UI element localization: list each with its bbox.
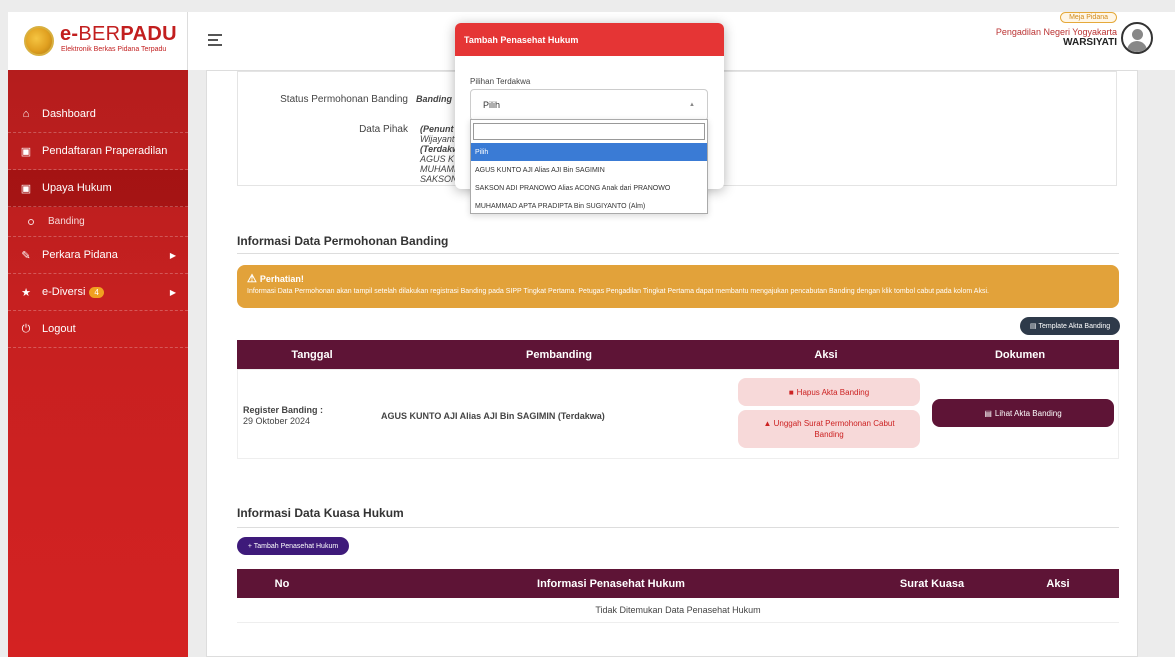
- kuasa-title: Informasi Data Kuasa Hukum: [237, 506, 404, 520]
- terdakwa-dropdown: Pilih AGUS KUNTO AJI Alias AJI Bin SAGIM…: [470, 119, 708, 214]
- user-icon: [1132, 29, 1143, 40]
- home-icon: ⌂: [22, 108, 30, 120]
- tambah-penasehat-modal: Tambah Penasehat Hukum Pilihan Terdakwa …: [455, 23, 724, 214]
- file-icon: ▤: [984, 408, 992, 418]
- terdakwa-select[interactable]: Pilih ▲: [470, 89, 708, 121]
- sidebar-item-label: Banding: [48, 216, 85, 227]
- column-header: Surat Kuasa: [899, 577, 965, 590]
- power-icon: ⏻: [21, 322, 31, 335]
- trash-icon: ■: [788, 387, 794, 397]
- register-date: 29 Oktober 2024: [243, 416, 311, 426]
- dropdown-option[interactable]: MUHAMMAD APTA PRADIPTA Bin SUGIYANTO (Al…: [471, 197, 707, 215]
- dropdown-option[interactable]: AGUS KUNTO AJI Alias AJI Bin SAGIMIN: [471, 161, 707, 179]
- warning-icon: ⚠: [247, 273, 257, 285]
- permohonan-table-header: Tanggal Pembanding Aksi Dokumen: [237, 340, 1119, 369]
- warning-alert: ⚠ Perhatian! Informasi Data Permohonan ak…: [237, 265, 1119, 308]
- hapus-akta-button[interactable]: ■ Hapus Akta Banding: [738, 378, 920, 406]
- sidebar-item-label: Perkara Pidana: [42, 249, 118, 261]
- sidebar-item-label: Logout: [42, 323, 76, 335]
- sidebar-item-perkara-pidana[interactable]: ✎ Perkara Pidana ▶: [8, 237, 188, 274]
- avatar[interactable]: [1121, 22, 1153, 54]
- modal-title: Tambah Penasehat Hukum: [455, 23, 724, 56]
- unggah-surat-button[interactable]: ▲ Unggah Surat Permohonan Cabut Banding: [738, 410, 920, 448]
- lihat-akta-button[interactable]: ▤ Lihat Akta Banding: [932, 399, 1114, 427]
- empty-state: Tidak Ditemukan Data Penasehat Hukum: [237, 598, 1119, 623]
- alert-text: Informasi Data Permohonan akan tampil se…: [247, 288, 989, 295]
- table-row: Register Banding : 29 Oktober 2024 AGUS …: [237, 369, 1119, 459]
- column-header: Aksi: [1046, 577, 1070, 590]
- sidebar-item-label: e-Diversi: [42, 286, 86, 298]
- court-emblem-icon: [24, 26, 54, 56]
- sidebar-item-e-diversi[interactable]: ★ e-Diversi 4 ▶: [8, 274, 188, 311]
- dropdown-option[interactable]: Pilih: [471, 143, 707, 161]
- brand-subtitle: Elektronik Berkas Pidana Terpadu: [61, 46, 167, 53]
- count-badge: 4: [89, 286, 104, 298]
- star-icon: ★: [21, 286, 31, 299]
- upload-icon: ▲: [763, 419, 772, 428]
- edit-icon: ✎: [21, 249, 31, 262]
- sidebar-item-label: Pendaftaran Praperadilan: [42, 145, 168, 157]
- sidebar-item-dashboard[interactable]: ⌂ Dashboard: [8, 96, 188, 133]
- file-icon: ▤: [1029, 323, 1037, 330]
- column-header: Dokumen: [994, 348, 1046, 361]
- document-icon: ▣: [20, 182, 32, 195]
- caret-up-icon: ▲: [689, 102, 695, 108]
- sidebar-item-praperadilan[interactable]: ▣ Pendaftaran Praperadilan: [8, 133, 188, 170]
- tambah-penasehat-button[interactable]: + Tambah Penasehat Hukum: [237, 537, 349, 555]
- column-header: Informasi Penasehat Hukum: [537, 577, 685, 590]
- pembanding-name: AGUS KUNTO AJI Alias AJI Bin SAGIMIN (Te…: [381, 411, 605, 421]
- pihak-label: Data Pihak: [359, 124, 408, 135]
- sidebar-item-label: Upaya Hukum: [42, 182, 112, 194]
- sidebar-item-upaya-hukum[interactable]: ▣ Upaya Hukum: [8, 170, 188, 207]
- sidebar-menu: ⌂ Dashboard ▣ Pendaftaran Praperadilan ▣…: [8, 96, 188, 348]
- user-name: WARSIYATI: [1063, 37, 1117, 48]
- sidebar-subitem-banding[interactable]: Banding: [8, 207, 188, 237]
- kuasa-table-header: No Informasi Penasehat Hukum Surat Kuasa…: [237, 569, 1119, 598]
- sidebar-item-logout[interactable]: ⏻ Logout: [8, 311, 188, 348]
- field-label: Pilihan Terdakwa: [470, 77, 531, 86]
- menu-toggle-icon[interactable]: [208, 34, 222, 49]
- register-label: Register Banding :: [243, 405, 324, 415]
- column-header: Tanggal: [291, 348, 333, 361]
- sidebar: e-BERPADU Elektronik Berkas Pidana Terpa…: [8, 12, 188, 657]
- brand-title: e-BERPADU: [60, 23, 177, 45]
- brand-logo[interactable]: e-BERPADU Elektronik Berkas Pidana Terpa…: [8, 12, 188, 70]
- permohonan-title: Informasi Data Permohonan Banding: [237, 234, 449, 248]
- dropdown-option[interactable]: SAKSON ADI PRANOWO Alias ACONG Anak dari…: [471, 179, 707, 197]
- column-header: No: [274, 577, 290, 590]
- status-label: Status Permohonan Banding: [280, 94, 408, 105]
- pihak-value: (Penunt Wijayant (Terdakw AGUS K MUHAMI …: [420, 124, 460, 184]
- chevron-right-icon: ▶: [169, 250, 176, 260]
- role-badge: Meja Pidana: [1060, 12, 1117, 23]
- dropdown-search-input[interactable]: [473, 123, 705, 140]
- column-header: Aksi: [814, 348, 838, 361]
- sidebar-item-label: Dashboard: [42, 108, 96, 120]
- divider: [237, 253, 1119, 254]
- chevron-right-icon: ▶: [169, 287, 176, 297]
- document-icon: ▣: [20, 145, 32, 158]
- court-name: Pengadilan Negeri Yogyakarta: [995, 27, 1117, 37]
- divider: [237, 527, 1119, 528]
- status-value: Banding: [416, 94, 452, 104]
- circle-icon: [28, 218, 34, 225]
- column-header: Pembanding: [525, 348, 592, 361]
- template-akta-button[interactable]: ▤ Template Akta Banding: [1020, 317, 1120, 335]
